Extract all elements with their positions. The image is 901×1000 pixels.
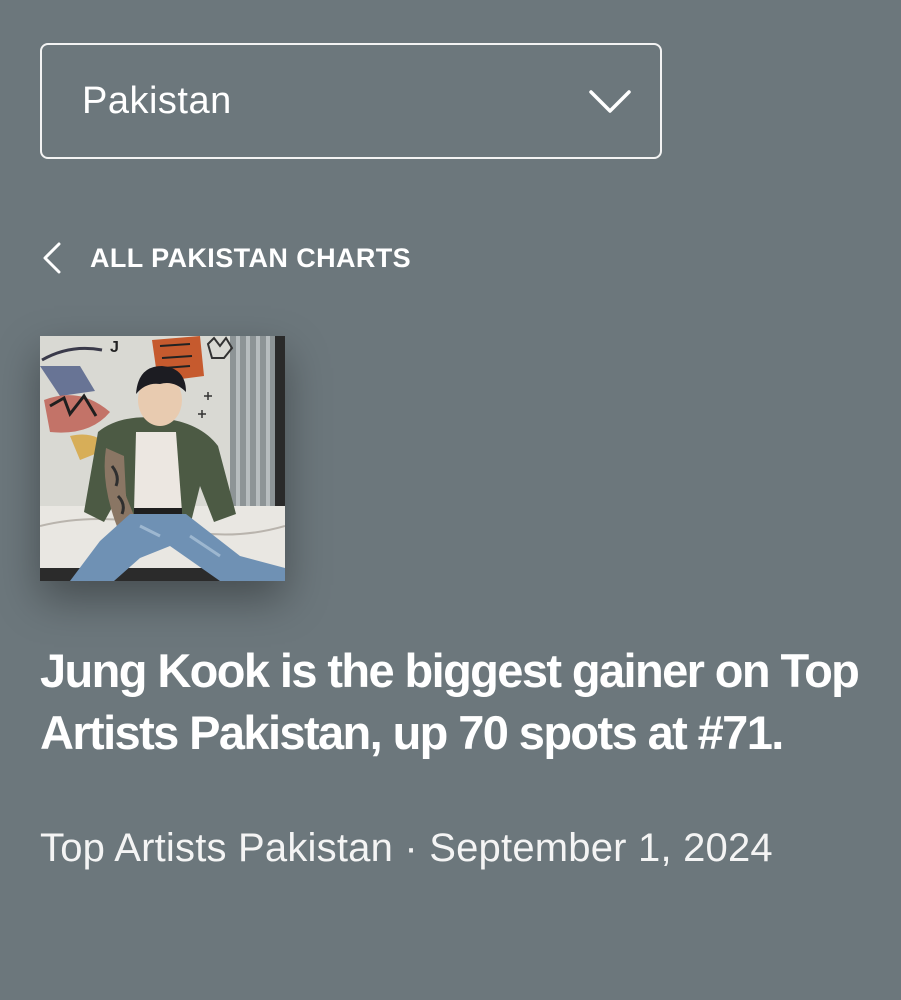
chevron-down-icon [588,79,632,123]
svg-text:J: J [110,339,119,356]
chart-date: September 1, 2024 [429,826,773,870]
headline: Jung Kook is the biggest gainer on Top A… [40,644,860,759]
artist-cover-image: J [40,336,285,581]
breadcrumb-all-charts-link[interactable]: ALL PAKISTAN CHARTS [40,236,411,280]
meta-separator: · [404,826,418,870]
breadcrumb-label: ALL PAKISTAN CHARTS [90,242,412,273]
chart-name: Top Artists Pakistan [40,826,394,870]
country-select-value: Pakistan [82,79,232,122]
country-select[interactable]: Pakistan [40,43,662,159]
chevron-left-icon [40,236,70,280]
chart-meta: Top Artists Pakistan · September 1, 2024 [40,826,773,871]
